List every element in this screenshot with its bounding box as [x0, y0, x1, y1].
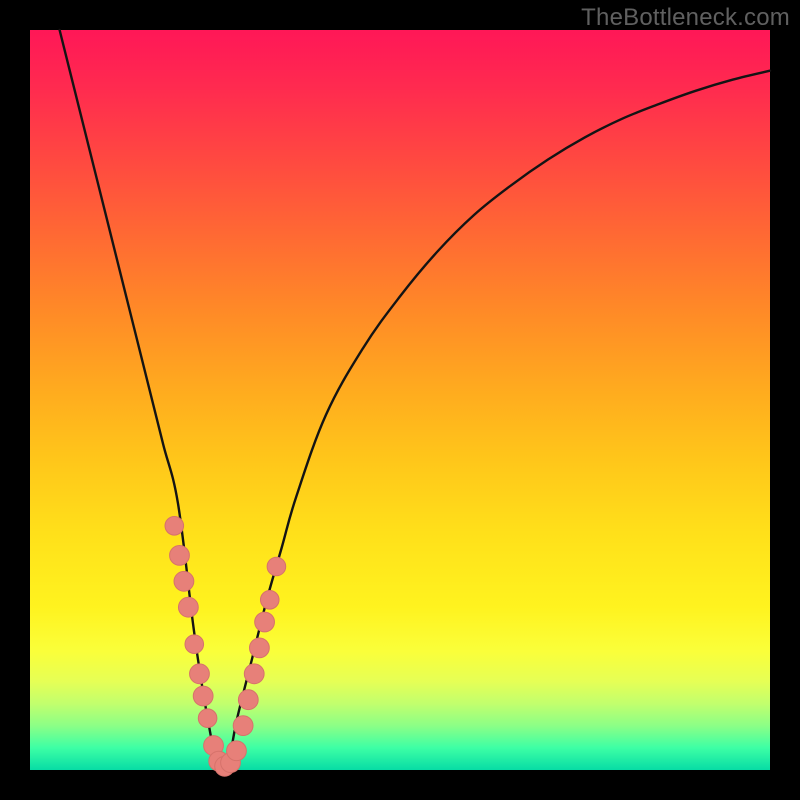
chart-marker: [267, 557, 286, 576]
chart-marker: [185, 635, 204, 654]
chart-marker: [250, 638, 270, 658]
chart-marker: [238, 690, 258, 710]
chart-marker: [198, 709, 217, 728]
chart-marker: [233, 716, 253, 736]
chart-frame: TheBottleneck.com: [0, 0, 800, 800]
chart-plot-area: [30, 30, 770, 770]
chart-marker: [190, 664, 210, 684]
chart-marker: [170, 546, 190, 566]
bottleneck-curve: [60, 30, 770, 770]
chart-marker: [174, 571, 194, 591]
chart-marker: [255, 612, 275, 632]
chart-marker: [165, 517, 184, 536]
chart-marker: [244, 664, 264, 684]
chart-marker: [227, 741, 247, 761]
chart-marker: [260, 591, 279, 610]
chart-marker: [178, 597, 198, 617]
watermark-text: TheBottleneck.com: [581, 4, 790, 32]
chart-svg: [30, 30, 770, 770]
chart-marker: [193, 686, 213, 706]
chart-markers: [165, 517, 286, 777]
